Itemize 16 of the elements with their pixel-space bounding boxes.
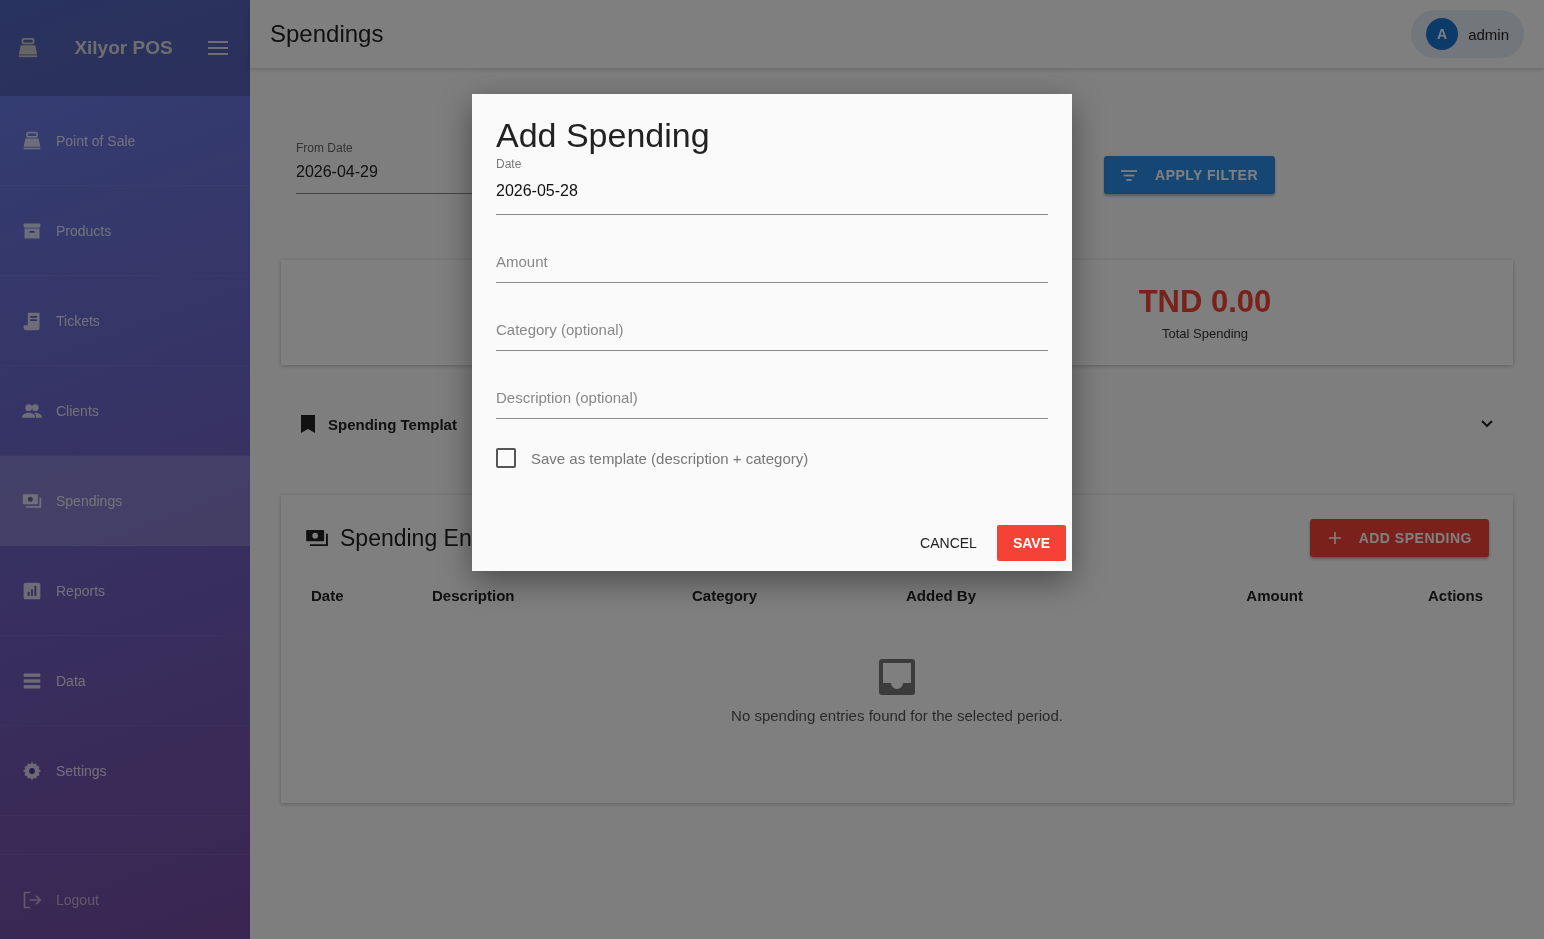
entries-title: Spending En [340, 524, 472, 552]
user-name: admin [1468, 25, 1509, 43]
total-label: Total Spending [1162, 326, 1248, 341]
column-header: Added By [906, 587, 977, 604]
templates-title: Spending Templat [328, 415, 457, 433]
page-title: Spendings [270, 20, 384, 48]
total-amount: TND 0.00 [1138, 284, 1272, 320]
app-name: Xilyor POS [73, 37, 174, 59]
column-header: Category [692, 587, 759, 604]
column-header: Actions [1427, 587, 1483, 604]
checkbox-label: Save as template (description + category) [531, 449, 809, 467]
column-header: Amount [1245, 587, 1303, 604]
avatar: A [1426, 18, 1459, 50]
empty-message: No spending entries found for the selected period. [731, 707, 1063, 724]
column-header: Date [311, 587, 345, 604]
column-header: Description [432, 587, 516, 604]
